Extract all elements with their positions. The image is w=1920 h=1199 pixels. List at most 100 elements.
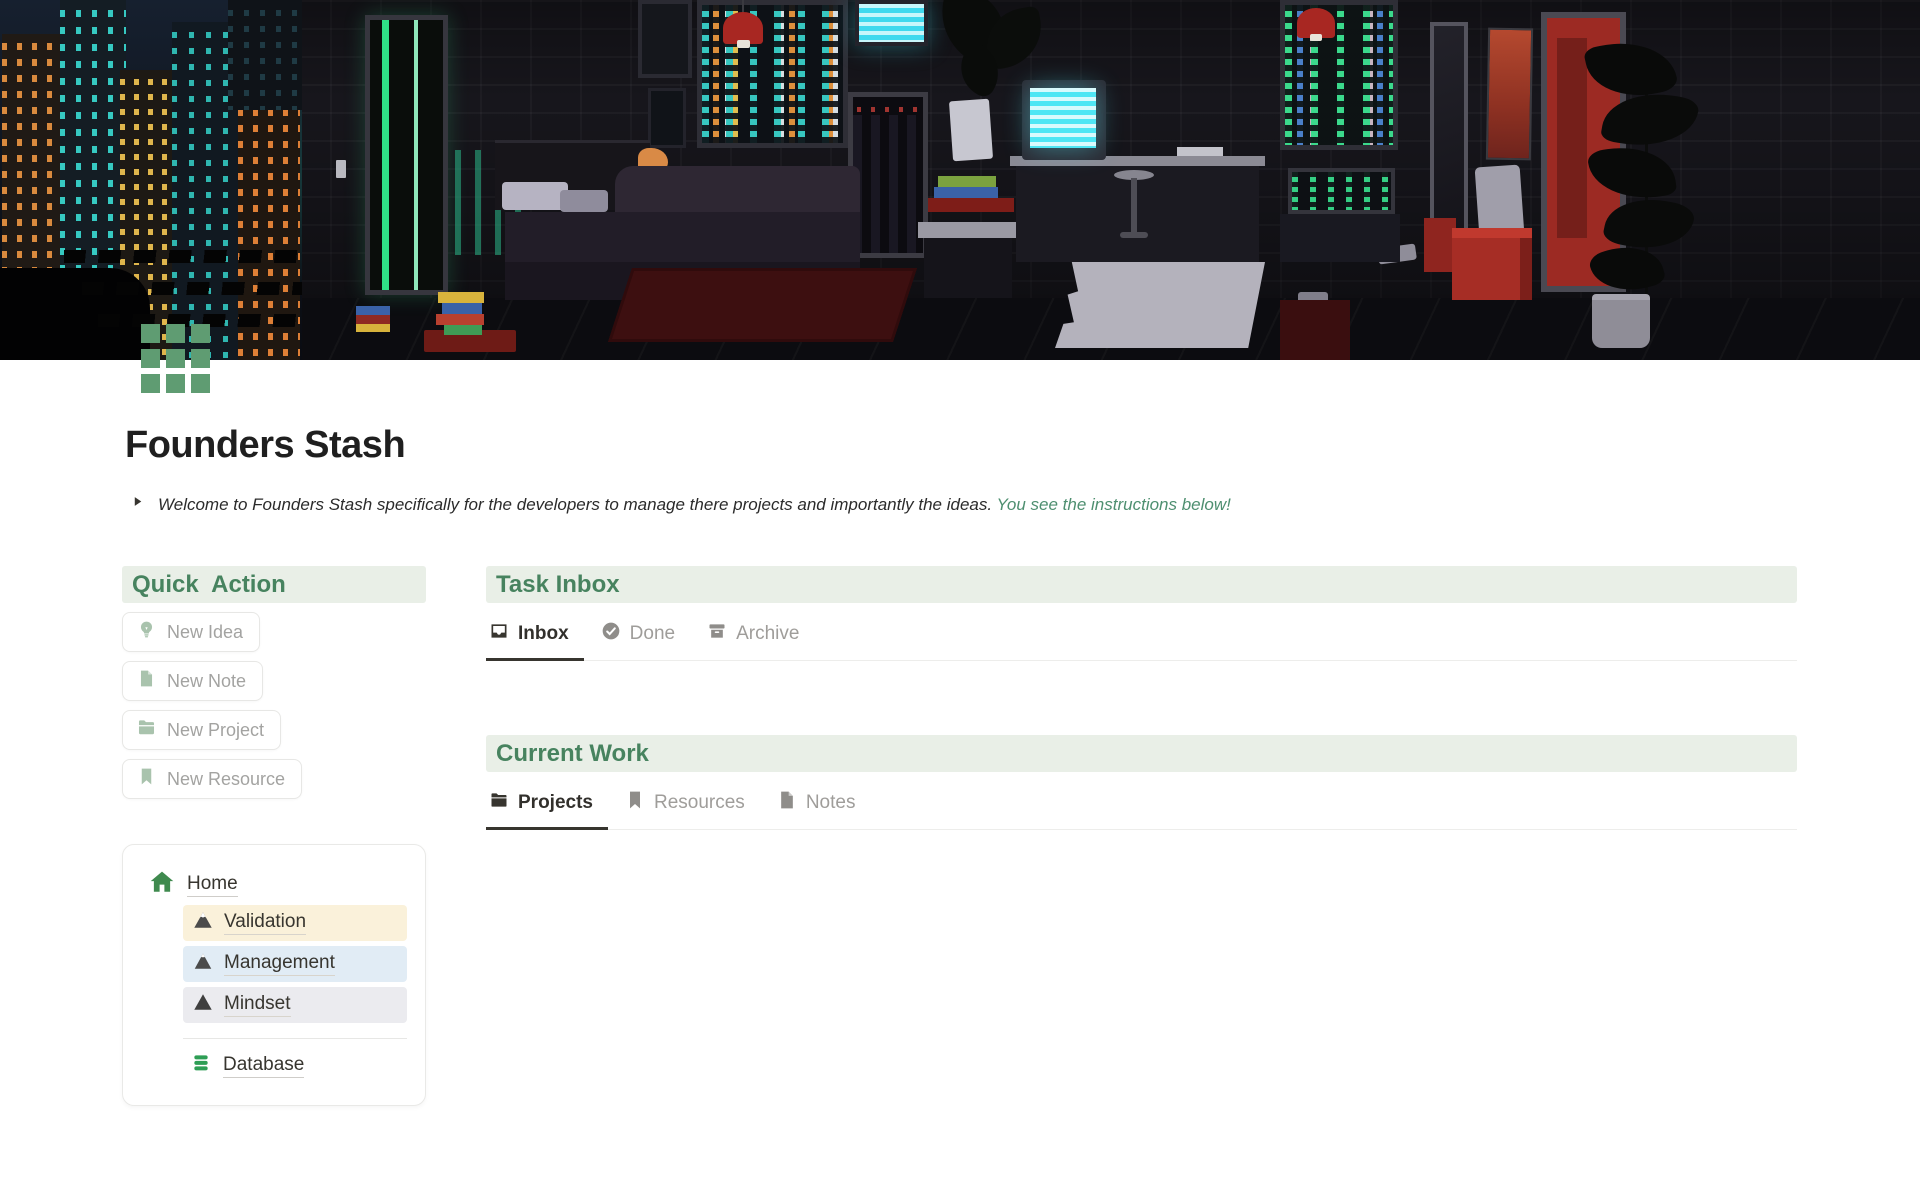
open-folder-icon xyxy=(489,790,509,816)
cover-fire-escape xyxy=(82,282,302,295)
cover-red-cube-side xyxy=(1520,238,1532,300)
mindset-label: Mindset xyxy=(224,993,291,1017)
right-column: Task Inbox Inbox Done Archive xyxy=(486,566,1797,830)
cover-book xyxy=(436,314,484,325)
mountain-icon xyxy=(192,950,214,978)
cover-image[interactable] xyxy=(0,0,1920,360)
intro-toggle-block: Welcome to Founders Stash specifically f… xyxy=(131,492,1791,518)
note-icon xyxy=(777,790,797,816)
house-icon xyxy=(149,869,175,900)
cover-red-door-panel xyxy=(1557,38,1587,238)
intro-link[interactable]: You see the instructions below! xyxy=(997,495,1231,514)
cover-stool-base xyxy=(1120,232,1148,238)
database-icon xyxy=(191,1053,211,1079)
page-title: Founders Stash xyxy=(125,424,405,467)
mountain-solid-icon xyxy=(192,991,214,1019)
cover-desk-book xyxy=(938,176,996,187)
management-label: Management xyxy=(224,952,335,976)
validation-link[interactable]: Validation xyxy=(183,905,407,941)
cover-console-body xyxy=(1280,214,1400,262)
new-resource-button[interactable]: New Resource xyxy=(122,759,302,799)
current-work-section: Current Work Projects Resources Notes xyxy=(486,735,1797,830)
mountain-icon xyxy=(192,909,214,937)
cover-paper xyxy=(949,99,993,162)
cover-pillow xyxy=(560,190,608,212)
cover-book-stack-small xyxy=(356,306,390,332)
intro-sentence: Welcome to Founders Stash specifically f… xyxy=(158,495,992,514)
current-work-heading-bar: Current Work xyxy=(486,735,1797,772)
cover-side-table xyxy=(918,222,1018,238)
tab-archive-label: Archive xyxy=(736,623,799,645)
tab-resources[interactable]: Resources xyxy=(622,782,760,829)
cover-neon-door xyxy=(365,15,448,295)
cover-grey-cloth xyxy=(1475,165,1525,238)
cover-window-blinds-left xyxy=(697,0,848,148)
tab-done[interactable]: Done xyxy=(598,613,690,660)
toggle-triangle-icon[interactable] xyxy=(131,495,144,513)
cover-console-screen xyxy=(1288,168,1395,214)
cover-red-rug xyxy=(608,268,917,342)
current-work-tabs: Projects Resources Notes xyxy=(486,782,1797,830)
note-icon xyxy=(137,669,156,693)
cover-desk-book xyxy=(934,187,998,198)
cover-red-rug-right xyxy=(1280,300,1350,360)
cover-keyboard xyxy=(1177,147,1223,156)
cover-lamp-light xyxy=(1310,34,1322,41)
quick-action-heading: Quick Action xyxy=(132,571,286,599)
cover-red-cube-top xyxy=(1452,228,1532,238)
cover-wall-monitor xyxy=(855,0,928,46)
new-resource-label: New Resource xyxy=(167,769,285,790)
mindset-link[interactable]: Mindset xyxy=(183,987,407,1023)
notion-page: Founders Stash Welcome to Founders Stash… xyxy=(0,0,1920,1199)
tab-inbox[interactable]: Inbox xyxy=(486,613,584,661)
tab-archive[interactable]: Archive xyxy=(704,613,814,660)
new-note-button[interactable]: New Note xyxy=(122,661,263,701)
intro-text: Welcome to Founders Stash specifically f… xyxy=(158,492,1231,518)
cover-desk-mat xyxy=(928,198,1014,212)
database-link[interactable]: Database xyxy=(191,1053,405,1079)
cover-book xyxy=(444,325,482,335)
inbox-icon xyxy=(489,621,509,647)
quick-action-heading-bar: Quick Action xyxy=(122,566,426,603)
cover-crt-screen xyxy=(1030,88,1096,148)
tab-notes[interactable]: Notes xyxy=(774,782,871,829)
validation-label: Validation xyxy=(224,911,306,935)
task-inbox-heading: Task Inbox xyxy=(496,571,620,599)
new-idea-button[interactable]: New Idea xyxy=(122,612,260,652)
cover-book xyxy=(442,303,482,314)
new-project-button[interactable]: New Project xyxy=(122,710,281,750)
task-inbox-section: Task Inbox Inbox Done Archive xyxy=(486,566,1797,661)
task-inbox-tabs: Inbox Done Archive xyxy=(486,613,1797,661)
new-project-label: New Project xyxy=(167,720,264,741)
new-note-label: New Note xyxy=(167,671,246,692)
tab-projects[interactable]: Projects xyxy=(486,782,608,830)
folder-icon xyxy=(137,718,156,742)
management-link[interactable]: Management xyxy=(183,946,407,982)
cover-light-switch xyxy=(336,160,346,178)
check-circle-icon xyxy=(601,621,621,647)
bookmark-icon xyxy=(625,790,645,816)
content-columns: Quick Action New Idea New Note New Proje… xyxy=(122,566,1797,1106)
database-label: Database xyxy=(223,1054,304,1078)
cover-lamp-light xyxy=(737,40,750,48)
new-idea-label: New Idea xyxy=(167,622,243,643)
cover-wardrobe xyxy=(848,92,928,258)
task-inbox-heading-bar: Task Inbox xyxy=(486,566,1797,603)
left-column: Quick Action New Idea New Note New Proje… xyxy=(122,566,426,1106)
cover-desk-body xyxy=(1016,166,1259,262)
current-work-heading: Current Work xyxy=(496,740,649,768)
lightbulb-icon xyxy=(137,620,156,644)
tab-notes-label: Notes xyxy=(806,792,856,814)
cover-white-rug xyxy=(1055,262,1265,348)
cover-building xyxy=(228,0,302,110)
cover-plant-pot xyxy=(1592,294,1650,348)
tab-projects-label: Projects xyxy=(518,792,593,814)
cover-stool-leg xyxy=(1131,178,1137,234)
cover-tv xyxy=(638,0,692,78)
cover-red-cube xyxy=(1452,238,1520,300)
home-label: Home xyxy=(187,873,238,897)
page-icon-grid[interactable] xyxy=(141,324,210,393)
tab-done-label: Done xyxy=(630,623,675,645)
home-link[interactable]: Home xyxy=(149,869,405,900)
cover-side-table-body xyxy=(924,238,1012,298)
